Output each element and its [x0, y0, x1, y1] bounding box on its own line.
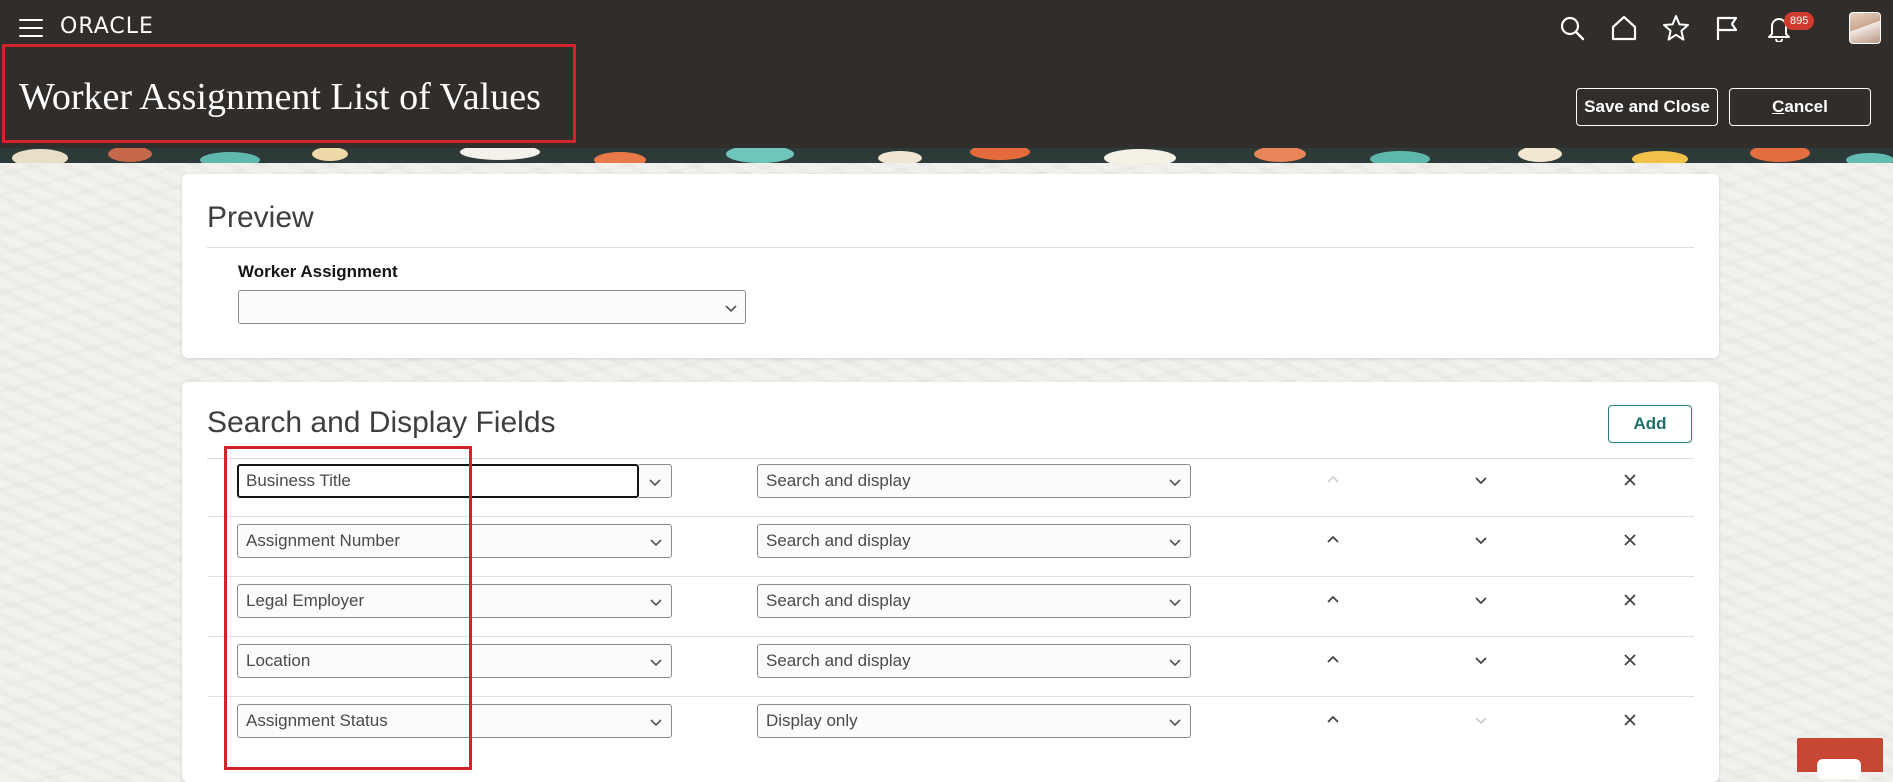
move-down-icon[interactable]: [1469, 528, 1493, 552]
add-button[interactable]: Add: [1608, 405, 1692, 443]
home-icon[interactable]: [1610, 14, 1638, 42]
display-mode-select[interactable]: Display only: [757, 704, 1191, 738]
oracle-logo[interactable]: ORACLE: [60, 14, 154, 39]
menu-icon[interactable]: [19, 19, 43, 37]
preview-divider: [207, 247, 1694, 248]
display-mode-select[interactable]: Search and display: [757, 644, 1191, 678]
chevron-down-icon: [648, 475, 662, 489]
chevron-down-icon: [1168, 655, 1182, 669]
display-mode-value: Search and display: [766, 471, 911, 490]
move-up-icon[interactable]: [1321, 648, 1345, 672]
move-up-icon[interactable]: [1321, 708, 1345, 732]
help-widget-bubble: [1817, 759, 1861, 779]
decorative-banner: [0, 148, 1893, 163]
move-down-icon[interactable]: [1469, 708, 1493, 732]
display-mode-select[interactable]: Search and display: [757, 464, 1191, 498]
move-up-icon[interactable]: [1321, 528, 1345, 552]
cancel-label-rest: ancel: [1784, 97, 1828, 116]
display-mode-value: Search and display: [766, 591, 911, 610]
remove-icon[interactable]: [1618, 588, 1642, 612]
display-mode-select[interactable]: Search and display: [757, 524, 1191, 558]
row-divider: [207, 696, 1694, 697]
star-icon[interactable]: [1662, 14, 1690, 42]
remove-icon[interactable]: [1618, 648, 1642, 672]
display-mode-value: Search and display: [766, 531, 911, 550]
move-up-icon[interactable]: [1321, 468, 1345, 492]
move-down-icon[interactable]: [1469, 588, 1493, 612]
row-divider: [207, 576, 1694, 577]
chevron-down-icon: [1168, 475, 1182, 489]
field-name-select[interactable]: Assignment Number: [237, 524, 672, 558]
row-divider: [207, 636, 1694, 637]
field-name-value: Assignment Status: [246, 711, 388, 730]
chevron-down-icon: [1168, 535, 1182, 549]
move-down-icon[interactable]: [1469, 468, 1493, 492]
display-mode-value: Display only: [766, 711, 858, 730]
title-highlight-box: [2, 44, 576, 143]
field-name-value: Legal Employer: [246, 591, 365, 610]
field-name-dropdown-button[interactable]: [639, 464, 672, 498]
cancel-button[interactable]: Cancel: [1729, 88, 1871, 126]
chevron-down-icon: [1168, 595, 1182, 609]
row-divider: [207, 516, 1694, 517]
field-name-select[interactable]: Assignment Status: [237, 704, 672, 738]
chevron-down-icon: [1168, 715, 1182, 729]
preview-panel: Preview Worker Assignment: [182, 174, 1719, 358]
field-name-value: Business Title: [246, 471, 351, 490]
display-mode-select[interactable]: Search and display: [757, 584, 1191, 618]
remove-icon[interactable]: [1618, 468, 1642, 492]
field-name-select[interactable]: Location: [237, 644, 672, 678]
preview-heading: Preview: [207, 201, 314, 234]
field-name-value: Location: [246, 651, 311, 670]
chevron-down-icon: [649, 535, 663, 549]
field-name-input[interactable]: Business Title: [237, 464, 639, 498]
move-down-icon[interactable]: [1469, 648, 1493, 672]
chevron-down-icon: [724, 301, 738, 315]
chevron-down-icon: [649, 715, 663, 729]
save-and-close-button[interactable]: Save and Close: [1576, 88, 1718, 126]
field-name-value: Assignment Number: [246, 531, 401, 550]
flag-icon[interactable]: [1713, 14, 1741, 42]
avatar[interactable]: [1849, 12, 1881, 44]
worker-assignment-select[interactable]: [238, 290, 746, 324]
fields-heading: Search and Display Fields: [207, 406, 556, 439]
move-up-icon[interactable]: [1321, 588, 1345, 612]
help-widget[interactable]: [1797, 738, 1883, 779]
search-display-fields-panel: Search and Display Fields Add Business T…: [182, 382, 1719, 782]
remove-icon[interactable]: [1618, 708, 1642, 732]
display-mode-value: Search and display: [766, 651, 911, 670]
field-name-select[interactable]: Legal Employer: [237, 584, 672, 618]
notification-badge: 895: [1784, 12, 1815, 30]
fields-divider: [207, 458, 1694, 459]
cancel-access-key: C: [1772, 97, 1785, 116]
chevron-down-icon: [649, 655, 663, 669]
worker-assignment-label: Worker Assignment: [238, 262, 398, 281]
chevron-down-icon: [649, 595, 663, 609]
search-icon[interactable]: [1558, 14, 1586, 42]
remove-icon[interactable]: [1618, 528, 1642, 552]
